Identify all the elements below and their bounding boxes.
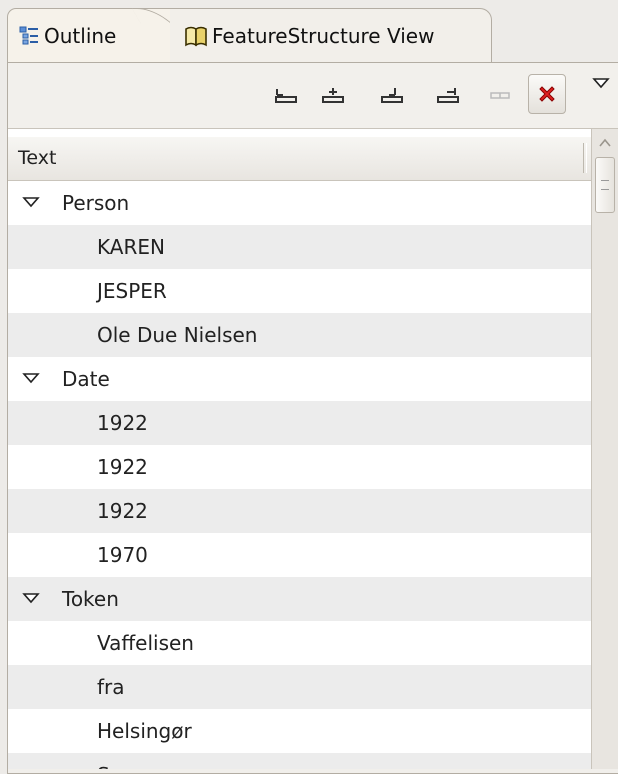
shift-down-button[interactable] <box>434 81 462 109</box>
tree-item-row[interactable]: 1922 <box>8 401 591 445</box>
shift-left-button[interactable] <box>272 81 300 109</box>
tree-row-label: 1922 <box>97 499 148 523</box>
book-icon <box>184 25 208 47</box>
tab-featurestructure-view[interactable]: FeatureStructure View <box>170 8 492 62</box>
tree-row-label: Ole Due Nielsen <box>97 323 258 347</box>
column-separator[interactable] <box>583 143 587 173</box>
tree-item-row[interactable]: JESPER <box>8 269 591 313</box>
tree-item-row[interactable]: Vaffelisen <box>8 621 591 665</box>
scrollbar-thumb[interactable] <box>595 157 615 213</box>
tree-item-row[interactable]: 1922 <box>8 445 591 489</box>
tree-row-label: 1922 <box>97 411 148 435</box>
tree-item-row[interactable]: KAREN <box>8 225 591 269</box>
tree-row-label: JESPER <box>97 279 167 303</box>
red-x-icon <box>539 86 555 102</box>
scrollbar-grip-icon <box>601 180 609 190</box>
shift-up-button[interactable] <box>378 81 406 109</box>
tree-group-row[interactable]: Token <box>8 577 591 621</box>
tree-row-label: Date <box>62 367 110 391</box>
vertical-scrollbar[interactable] <box>591 129 618 769</box>
tab-outline-label: Outline <box>44 24 117 48</box>
column-header-text[interactable]: Text <box>8 137 591 181</box>
view-tab-bar: Outline FeatureStructure View <box>0 0 618 63</box>
merge-icon <box>490 92 510 99</box>
tree-item-row[interactable]: Helsingør <box>8 709 591 753</box>
view-menu-triangle-icon <box>592 78 610 89</box>
tab-outline[interactable]: Outline <box>7 8 174 63</box>
outline-table: Text Person KAREN JESPER Ole Due Nielsen Dat… <box>8 129 591 769</box>
view-toolbar <box>8 63 618 129</box>
delete-button[interactable] <box>528 74 566 114</box>
column-header-label: Text <box>18 147 57 169</box>
tree-row-label: Vaffelisen <box>97 631 194 655</box>
tree-item-row[interactable]: fra <box>8 665 591 709</box>
tree-group-row[interactable]: Date <box>8 357 591 401</box>
scroll-up-arrow-icon[interactable] <box>598 137 612 149</box>
tree-row-label: KAREN <box>97 235 165 259</box>
shift-right-icon <box>322 88 344 103</box>
tree-item-row[interactable]: 1922 <box>8 489 591 533</box>
shift-down-icon <box>437 88 459 103</box>
outline-icon <box>18 25 40 47</box>
tree-row-label: fra <box>97 675 125 699</box>
tree-row-label: Person <box>62 191 130 215</box>
tree-item-row[interactable]: 1970 <box>8 533 591 577</box>
shift-left-icon <box>275 89 297 103</box>
tree-item-row[interactable]: Ole Due Nielsen <box>8 313 591 357</box>
shift-up-icon <box>381 88 403 103</box>
shift-right-button[interactable] <box>319 81 347 109</box>
tab-featurestructure-view-label: FeatureStructure View <box>212 23 435 48</box>
tree-row-label: Token <box>62 587 119 611</box>
tree-row-label: 1970 <box>97 543 148 567</box>
view-menu-button[interactable] <box>590 73 614 97</box>
merge-button[interactable] <box>486 81 514 109</box>
tree-row-label: 1922 <box>97 455 148 479</box>
tree-row-label: Helsingør <box>97 719 192 743</box>
tree-group-row[interactable]: Person <box>8 181 591 225</box>
